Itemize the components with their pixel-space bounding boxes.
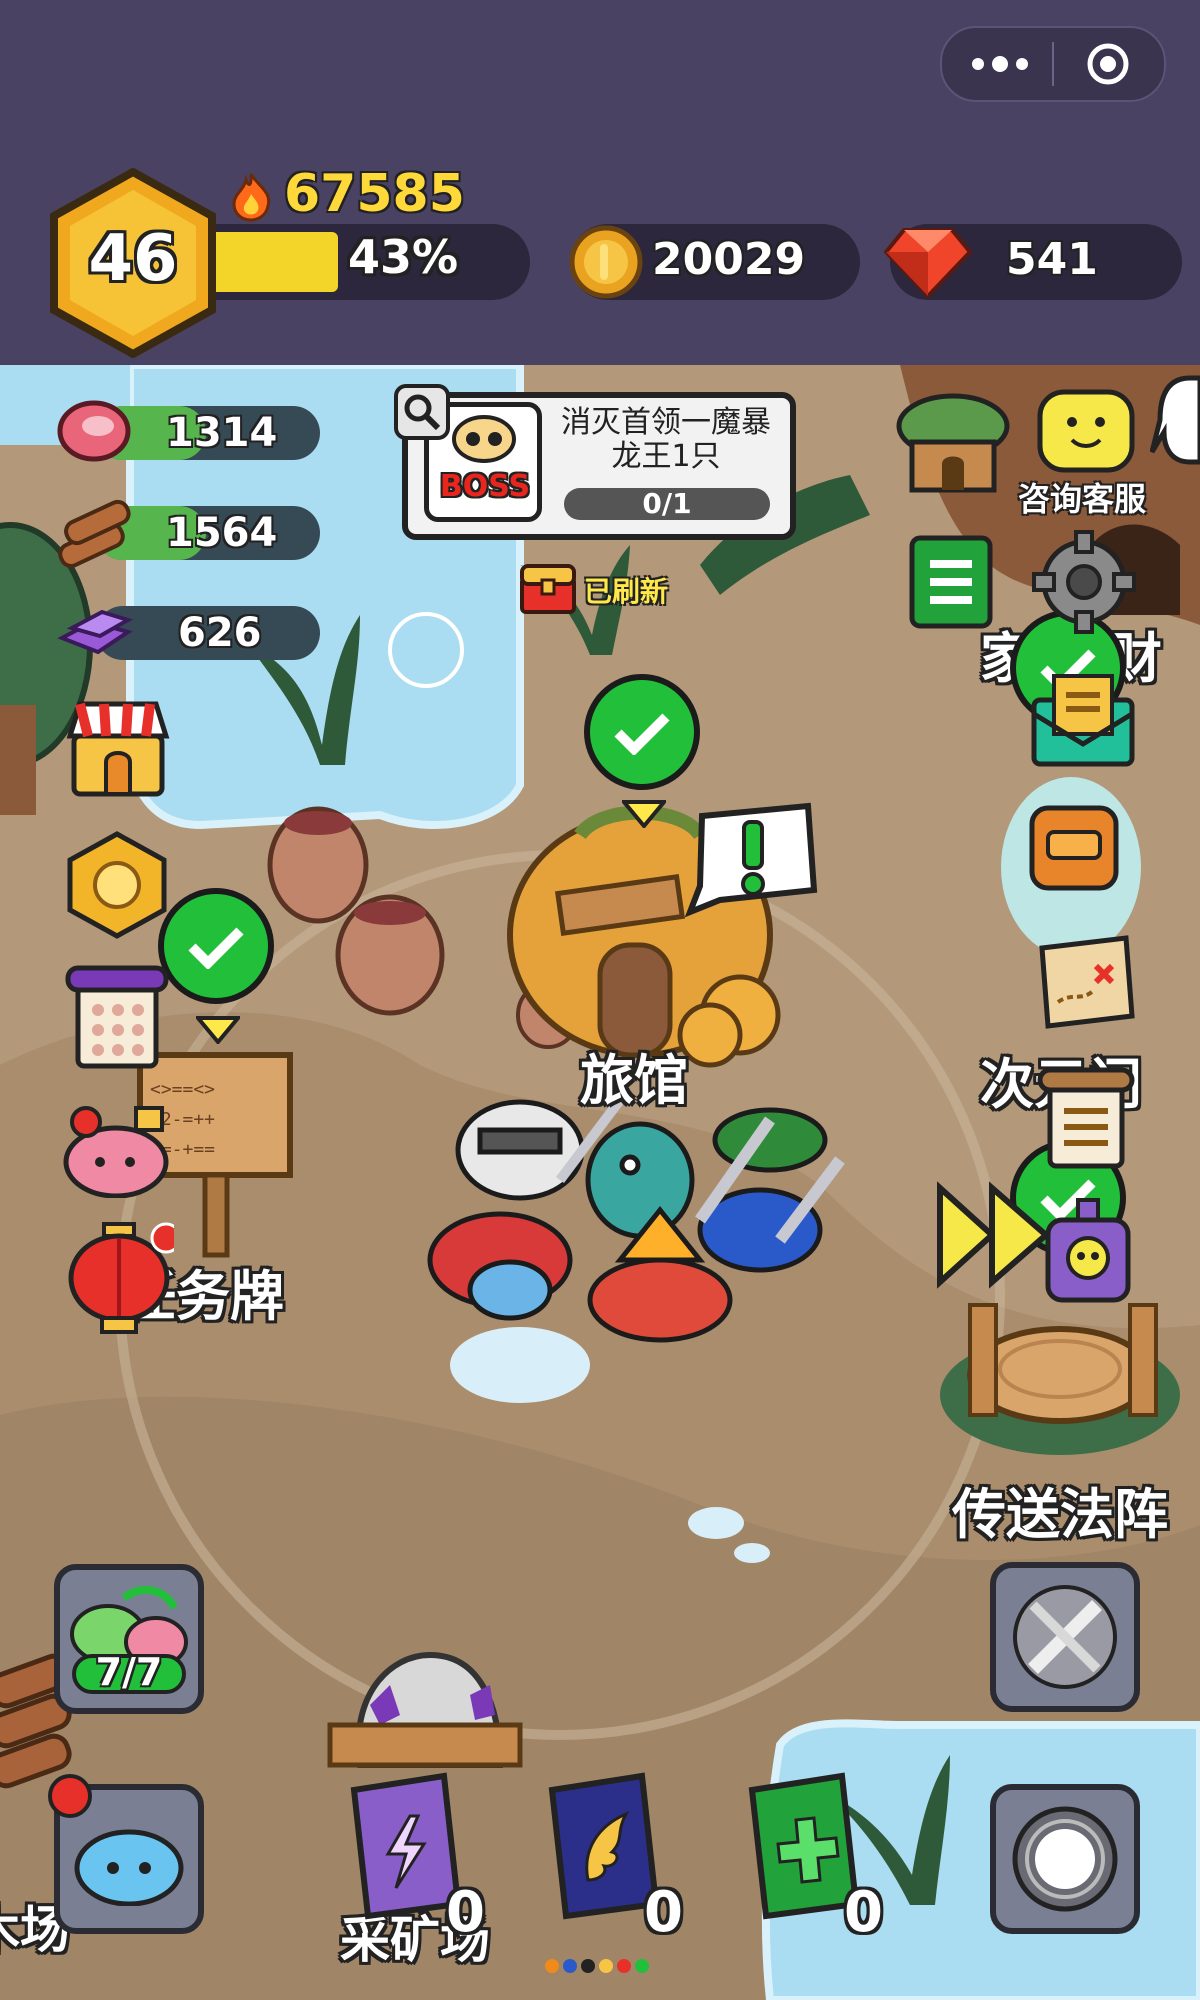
mini-program-capsule (940, 26, 1166, 102)
settings-gear-icon[interactable] (1032, 530, 1136, 634)
customer-service-icon[interactable] (1034, 386, 1138, 478)
fast-forward-icon[interactable] (936, 1180, 1056, 1290)
home-building-icon[interactable] (894, 392, 1012, 496)
checkmark-icon (188, 927, 244, 969)
quest-search-button[interactable] (394, 384, 450, 440)
inn-complete-check[interactable] (584, 674, 700, 790)
portal-button[interactable] (990, 1784, 1140, 1934)
guild-badge-icon[interactable] (62, 830, 172, 940)
svg-text:<>==<>: <>==<> (150, 1079, 215, 1100)
more-dots-icon (972, 56, 1028, 72)
target-circle-icon (1087, 43, 1129, 85)
crossed-swords-icon (1013, 1585, 1117, 1689)
down-arrow-icon (622, 800, 666, 828)
notification-dot (48, 1774, 92, 1818)
heal-book-count: 0 (844, 1880, 883, 1945)
chat-bubble-icon[interactable] (1150, 372, 1200, 472)
treasure-map-icon[interactable] (1032, 932, 1142, 1032)
chest-refreshed-text: 已刷新 (584, 575, 669, 608)
slime-swap-button[interactable]: 7/7 (54, 1564, 204, 1714)
player-level[interactable]: 46 (80, 222, 186, 296)
wood-logs-icon (58, 499, 131, 568)
teleport-label[interactable]: 传送法阵 (952, 1470, 1168, 1549)
shop-icon[interactable] (66, 696, 170, 800)
power-value: 67585 (284, 164, 465, 224)
quest-scroll-icon[interactable] (1036, 1064, 1136, 1174)
green-book-icon[interactable] (906, 532, 996, 632)
exclamation-bubble-icon[interactable] (680, 800, 820, 920)
gem-value: 541 (1006, 234, 1098, 285)
red-lantern-icon[interactable] (64, 1222, 174, 1338)
red-gem-icon (884, 228, 972, 299)
ore-value: 626 (178, 610, 262, 656)
gold-coin-icon (569, 225, 643, 299)
gold-value: 20029 (652, 234, 806, 285)
meat-value: 1314 (166, 410, 278, 456)
page-indicator-dots (545, 1959, 649, 1973)
pink-slime-gift-icon[interactable] (58, 1098, 174, 1198)
task-board-complete-check[interactable] (158, 888, 274, 1004)
ore-ingot-icon (57, 609, 134, 655)
close-miniprogram-button[interactable] (1054, 28, 1164, 100)
exp-bar-fill (200, 232, 338, 292)
quest-title: 消灭首领一魔暴龙王1只 (561, 405, 771, 474)
skull-icon (452, 415, 516, 463)
checkmark-icon (614, 713, 670, 755)
customer-service-label[interactable]: 咨询客服 (1018, 474, 1146, 520)
calendar-scroll-icon[interactable] (62, 962, 172, 1072)
magnifier-icon (404, 394, 441, 431)
wing-book-count: 0 (644, 1880, 683, 1945)
boss-badge-text: BOSS (439, 469, 531, 504)
treasure-chest-icon[interactable] (518, 560, 578, 616)
fire-icon (232, 173, 271, 222)
inn-label[interactable]: 旅馆 (580, 1036, 688, 1115)
wood-value: 1564 (166, 510, 278, 556)
more-menu-button[interactable] (942, 28, 1052, 100)
skull-potion-icon[interactable] (1040, 1196, 1136, 1306)
exp-percent: 43% (348, 230, 459, 284)
meat-icon (57, 400, 131, 462)
down-arrow-icon (196, 1016, 240, 1044)
blue-slime-icon (74, 1829, 184, 1906)
slime-counter: 7/7 (95, 1650, 163, 1694)
quest-progress: 0/1 (642, 487, 692, 520)
mail-envelope-icon[interactable] (1028, 670, 1138, 770)
lightning-book-count: 0 (446, 1880, 485, 1945)
battle-button[interactable] (990, 1562, 1140, 1712)
stone-portal-icon (1012, 1806, 1118, 1912)
